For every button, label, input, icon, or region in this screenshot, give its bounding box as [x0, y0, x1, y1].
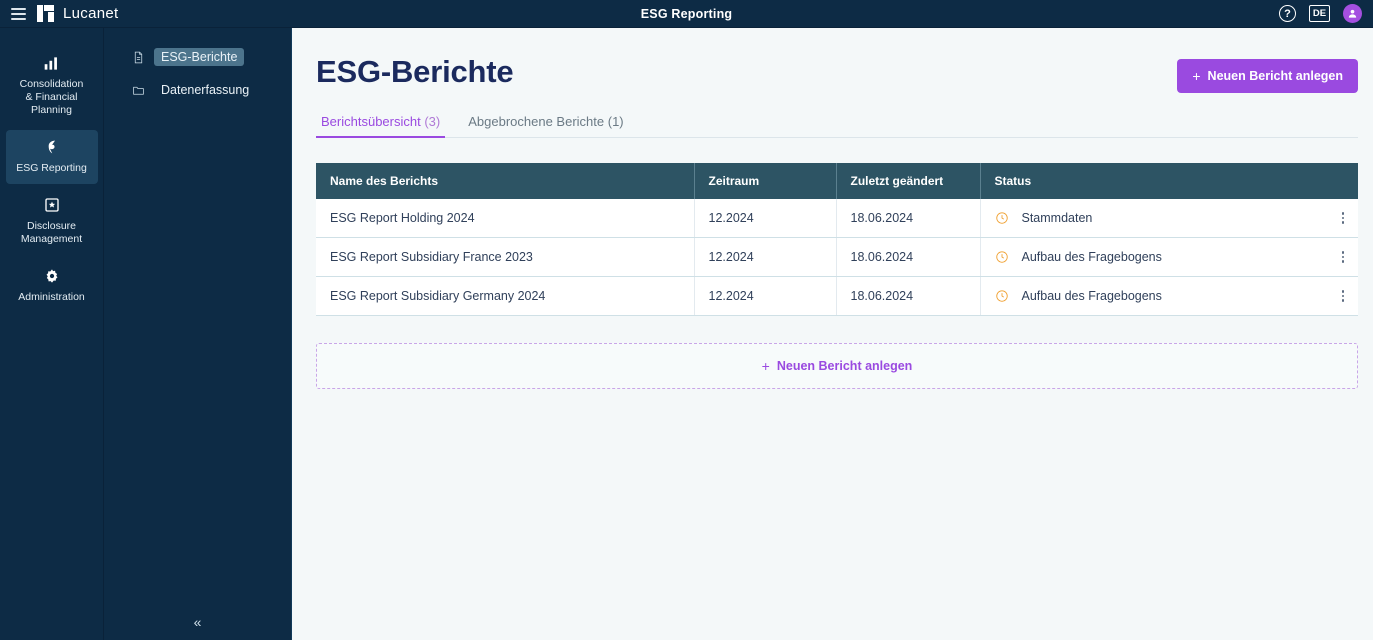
tab-count: (3)	[424, 114, 441, 129]
cell-modified: 18.06.2024	[836, 237, 981, 277]
gear-icon	[44, 267, 60, 285]
tab-label: Abgebrochene Berichte	[468, 114, 605, 129]
table-row[interactable]: ESG Report Subsidiary Germany 2024 12.20…	[316, 276, 1358, 316]
table-body: ESG Report Holding 2024 12.2024 18.06.20…	[316, 199, 1358, 316]
secondary-navigation-panel: ESG-Berichte Datenerfassung «	[104, 28, 292, 640]
file-icon	[131, 50, 145, 64]
reports-table-container: Name des Berichts Zeitraum Zuletzt geänd…	[316, 163, 1358, 316]
clock-icon	[995, 211, 1009, 225]
status-label: Stammdaten	[1021, 211, 1093, 225]
tree-item-label: Datenerfassung	[161, 83, 250, 97]
add-report-dashed-button[interactable]: + Neuen Bericht anlegen	[316, 343, 1358, 389]
help-icon[interactable]: ?	[1279, 5, 1296, 22]
table-row[interactable]: ESG Report Holding 2024 12.2024 18.06.20…	[316, 199, 1358, 238]
table-row[interactable]: ESG Report Subsidiary France 2023 12.202…	[316, 237, 1358, 277]
tab-berichtsuebersicht[interactable]: Berichtsübersicht (3)	[316, 109, 446, 138]
collapse-panel-icon[interactable]: «	[104, 614, 291, 630]
top-bar-left: Lucanet	[0, 5, 118, 22]
top-bar: Lucanet ESG Reporting ? DE	[0, 0, 1373, 28]
app-root: Lucanet ESG Reporting ? DE Consolidation…	[0, 0, 1373, 640]
cell-report-name: ESG Report Subsidiary France 2023	[316, 237, 695, 277]
clock-icon	[995, 289, 1009, 303]
bar-chart-icon	[43, 54, 60, 72]
sidebar-item-label: Disclosure Management	[20, 220, 83, 245]
plus-icon: +	[761, 358, 770, 374]
leaf-icon	[43, 138, 60, 156]
document-star-icon	[44, 196, 60, 214]
cell-period: 12.2024	[694, 237, 837, 277]
cell-status: Aufbau des Fragebogens	[980, 237, 1358, 277]
brand-logo[interactable]: Lucanet	[37, 5, 118, 22]
app-title: ESG Reporting	[640, 6, 733, 21]
sidebar-item-esg-reporting[interactable]: ESG Reporting	[5, 130, 98, 184]
clock-icon	[995, 250, 1009, 264]
tree-item-label: ESG-Berichte	[154, 48, 245, 66]
column-header-period[interactable]: Zeitraum	[694, 163, 837, 199]
page-title: ESG-Berichte	[316, 54, 514, 89]
status-label: Aufbau des Fragebogens	[1021, 289, 1162, 303]
table-head: Name des Berichts Zeitraum Zuletzt geänd…	[316, 163, 1358, 199]
cell-modified: 18.06.2024	[836, 276, 981, 316]
sidebar-item-disclosure-management[interactable]: Disclosure Management	[6, 188, 98, 255]
tab-label: Berichtsübersicht	[321, 114, 421, 129]
hamburger-menu-icon[interactable]	[11, 7, 26, 20]
page-header: ESG-Berichte + Neuen Bericht anlegen	[316, 54, 1358, 93]
add-report-label: Neuen Bericht anlegen	[776, 359, 913, 373]
cell-status: Aufbau des Fragebogens	[980, 276, 1358, 316]
column-header-name[interactable]: Name des Berichts	[316, 163, 695, 199]
top-bar-right: ? DE	[1279, 4, 1373, 23]
cell-period: 12.2024	[694, 199, 837, 238]
tab-abgebrochene-berichte[interactable]: Abgebrochene Berichte (1)	[463, 109, 628, 138]
cell-period: 12.2024	[694, 276, 837, 316]
sidebar-item-label: Consolidation & Financial Planning	[19, 78, 84, 116]
sidebar-item-administration[interactable]: Administration	[6, 259, 98, 313]
app-body: Consolidation & Financial Planning ESG R…	[0, 28, 1373, 640]
cell-report-name: ESG Report Subsidiary Germany 2024	[316, 276, 695, 316]
sidebar-item-label: Administration	[18, 291, 85, 303]
column-header-status[interactable]: Status	[980, 163, 1358, 199]
new-report-button[interactable]: + Neuen Bericht anlegen	[1177, 59, 1358, 93]
table-header-row: Name des Berichts Zeitraum Zuletzt geänd…	[316, 163, 1358, 199]
main-content: ESG-Berichte + Neuen Bericht anlegen Ber…	[292, 28, 1373, 640]
cell-report-name: ESG Report Holding 2024	[316, 199, 695, 238]
reports-table: Name des Berichts Zeitraum Zuletzt geänd…	[316, 163, 1358, 316]
sidebar-item-label: ESG Reporting	[16, 162, 87, 174]
tab-count: (1)	[607, 114, 624, 129]
kebab-menu-icon[interactable]	[1341, 290, 1344, 302]
language-selector[interactable]: DE	[1309, 5, 1330, 22]
kebab-menu-icon[interactable]	[1341, 212, 1344, 224]
column-header-modified[interactable]: Zuletzt geändert	[836, 163, 981, 199]
user-avatar[interactable]	[1343, 4, 1362, 23]
cell-status: Stammdaten	[980, 199, 1358, 238]
sidebar-item-consolidation[interactable]: Consolidation & Financial Planning	[6, 46, 98, 126]
brand-name: Lucanet	[63, 5, 119, 22]
kebab-menu-icon[interactable]	[1341, 251, 1344, 263]
primary-sidebar: Consolidation & Financial Planning ESG R…	[0, 28, 104, 640]
new-report-button-label: Neuen Bericht anlegen	[1207, 69, 1343, 83]
cell-modified: 18.06.2024	[836, 199, 981, 238]
lucanet-logo-icon	[37, 5, 54, 22]
plus-icon: +	[1192, 68, 1201, 84]
tree-item-datenerfassung[interactable]: Datenerfassung	[104, 77, 291, 103]
tab-bar: Berichtsübersicht (3) Abgebrochene Beric…	[316, 109, 1358, 138]
status-label: Aufbau des Fragebogens	[1021, 250, 1162, 264]
user-icon	[1348, 9, 1357, 18]
folder-icon	[131, 83, 145, 97]
tree-item-esg-berichte[interactable]: ESG-Berichte	[104, 44, 291, 70]
